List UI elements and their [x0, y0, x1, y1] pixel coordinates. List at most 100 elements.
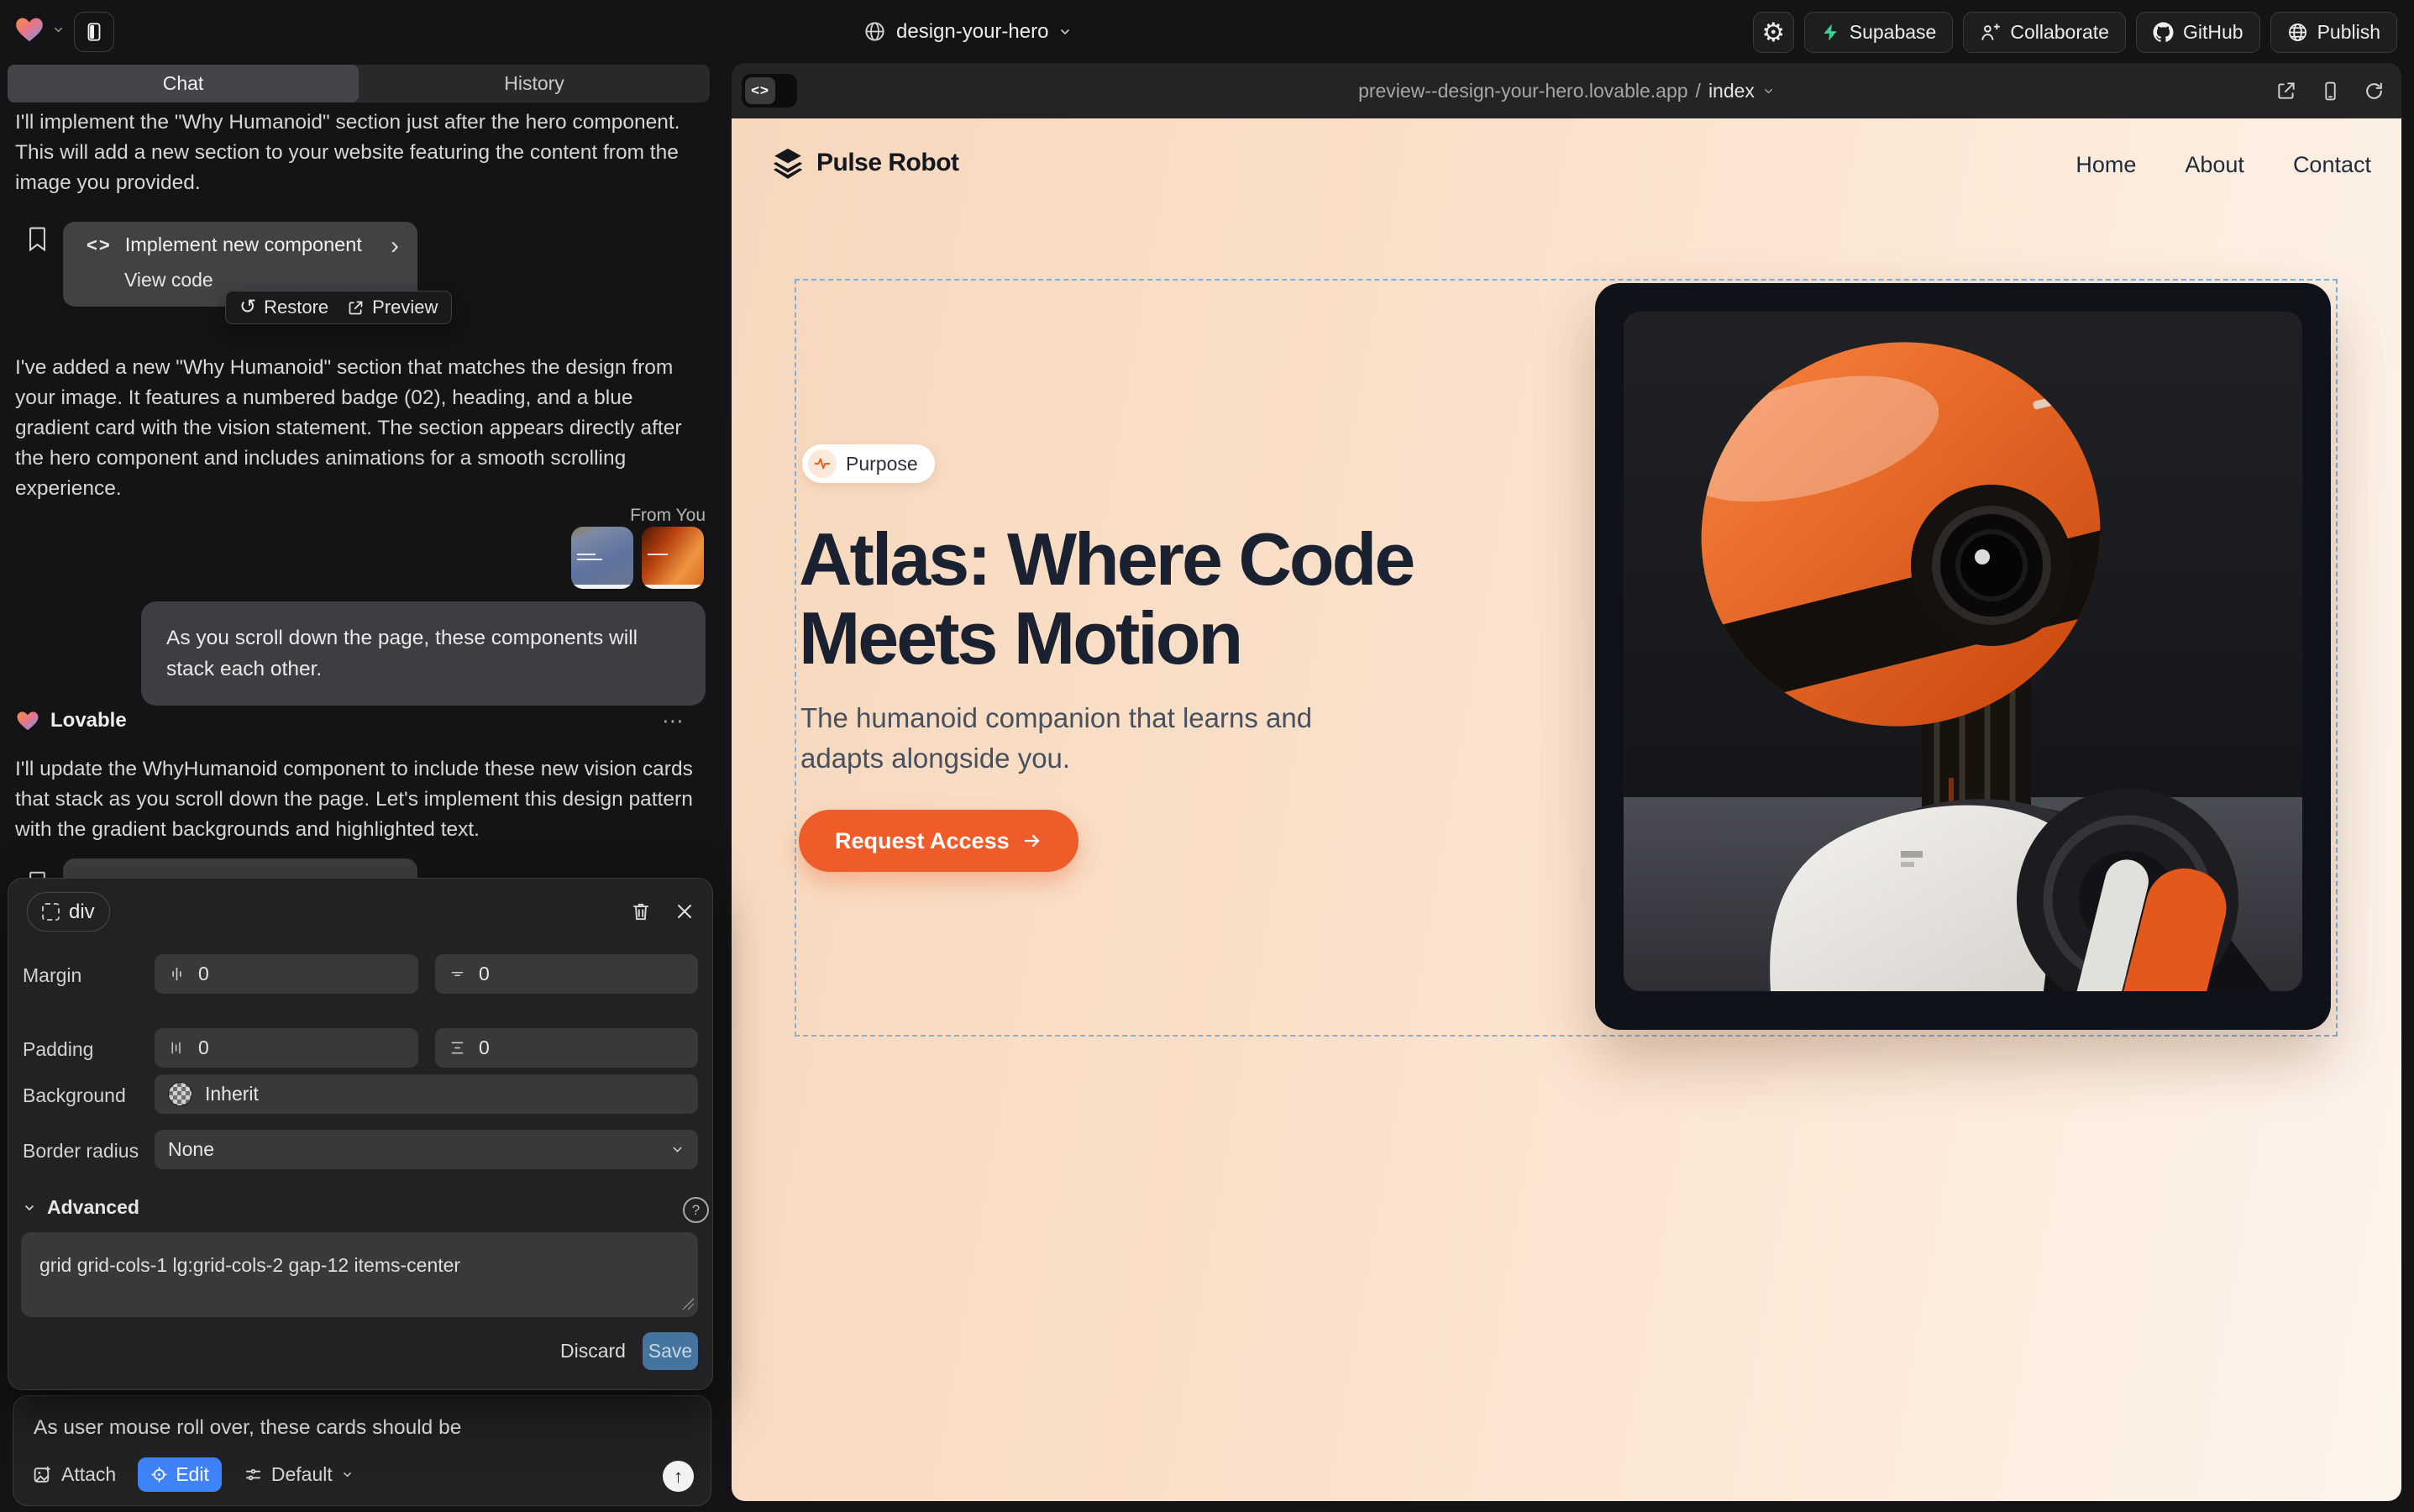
attachment-thumbnail-1[interactable] [571, 527, 633, 589]
preview-panel: <> preview--design-your-hero.lovable.app… [732, 63, 2401, 1501]
preview-url-bar[interactable]: preview--design-your-hero.lovable.app / … [732, 63, 2401, 118]
chevron-down-icon [52, 24, 65, 36]
assistant-message-1: I'll implement the "Why Humanoid" sectio… [15, 108, 699, 198]
edit-label: Edit [176, 1463, 209, 1486]
project-switcher[interactable]: design-your-hero [863, 0, 1072, 63]
message-menu-button[interactable]: ⋯ [662, 708, 685, 734]
restore-button[interactable]: ↺ Restore [239, 297, 328, 318]
agent-name: Lovable [50, 709, 127, 732]
layers-logo-icon [770, 145, 806, 181]
hero-subheading: The humanoid companion that learns and a… [800, 698, 1372, 779]
discard-button[interactable]: Discard [557, 1332, 629, 1370]
edit-mode-button[interactable]: Edit [138, 1457, 222, 1492]
margin-y-input[interactable]: 0 [435, 954, 698, 994]
url-chevron-icon [1762, 85, 1775, 97]
edit-target-icon [150, 1466, 168, 1483]
settings-button[interactable]: ⚙ [1753, 12, 1794, 53]
chevron-down-icon [1058, 25, 1072, 39]
sliders-icon [244, 1465, 263, 1484]
margin-vertical-icon [449, 965, 466, 983]
lovable-menu-button[interactable] [13, 13, 65, 45]
advanced-classes-input[interactable]: grid grid-cols-1 lg:grid-cols-2 gap-12 i… [21, 1232, 698, 1317]
hero-robot-card [1595, 283, 2331, 1030]
advanced-section-toggle[interactable]: Advanced [23, 1196, 139, 1219]
advanced-label: Advanced [47, 1196, 139, 1219]
open-external-button[interactable] [2275, 80, 2297, 102]
padding-horizontal-icon [168, 1039, 186, 1057]
request-access-button[interactable]: Request Access [799, 810, 1078, 872]
help-icon[interactable]: ? [683, 1197, 709, 1223]
margin-y-value: 0 [479, 963, 490, 985]
background-input[interactable]: Inherit [155, 1074, 698, 1114]
code-icon: <> [87, 234, 112, 256]
selected-element-chip[interactable]: div [27, 892, 110, 932]
purpose-badge-label: Purpose [846, 453, 918, 475]
site-brand-name: Pulse Robot [816, 149, 959, 177]
preview-url-domain: preview--design-your-hero.lovable.app [1358, 80, 1687, 102]
close-panel-button[interactable] [669, 895, 701, 927]
preview-url-page: index [1708, 80, 1755, 102]
hero-heading-line-2: Meets Motion [799, 599, 1413, 678]
supabase-label: Supabase [1850, 21, 1937, 44]
refresh-button[interactable] [2364, 81, 2385, 102]
collaborate-button[interactable]: Collaborate [1963, 12, 2126, 53]
nav-link-contact[interactable]: Contact [2293, 152, 2371, 178]
github-icon [2153, 22, 2174, 43]
github-button[interactable]: GitHub [2136, 12, 2260, 53]
view-code-link[interactable]: View code [124, 269, 213, 291]
attach-button[interactable]: Attach [32, 1463, 116, 1486]
padding-x-input[interactable]: 0 [155, 1028, 418, 1068]
margin-label: Margin [23, 964, 81, 987]
save-button[interactable]: Save [643, 1332, 698, 1370]
project-name: design-your-hero [896, 20, 1048, 44]
margin-x-input[interactable]: 0 [155, 954, 418, 994]
delete-element-button[interactable] [625, 895, 657, 927]
mobile-view-button[interactable] [2320, 81, 2341, 102]
bookmark-icon[interactable] [26, 225, 49, 253]
mode-select[interactable]: Default [244, 1463, 354, 1486]
external-link-icon [347, 299, 365, 317]
gear-icon: ⚙ [1761, 19, 1785, 45]
preview-button[interactable]: Preview [347, 297, 438, 318]
component-card-title: Implement new component [125, 234, 362, 256]
element-outline-icon [42, 903, 60, 921]
transparency-swatch-icon [168, 1082, 192, 1106]
github-label: GitHub [2183, 21, 2243, 44]
element-editor-panel: div Margin 0 0 Padding 0 [8, 878, 713, 1390]
chat-input[interactable]: As user mouse roll over, these cards sho… [34, 1416, 689, 1440]
hero-heading: Atlas: Where Code Meets Motion [799, 520, 1413, 678]
app-window: design-your-hero ⚙ Supabase [0, 0, 2414, 1512]
background-label: Background [23, 1084, 126, 1107]
padding-y-input[interactable]: 0 [435, 1028, 698, 1068]
purpose-badge: Purpose [802, 444, 935, 483]
padding-y-value: 0 [479, 1037, 490, 1059]
preview-header: <> preview--design-your-hero.lovable.app… [732, 63, 2401, 118]
sidebar-toggle-button[interactable] [74, 12, 114, 52]
tab-chat[interactable]: Chat [8, 65, 359, 102]
restore-label: Restore [264, 297, 328, 318]
attachment-thumbnail-2[interactable] [642, 527, 704, 589]
site-navbar: Pulse Robot Home About Contact [770, 145, 2371, 196]
assistant-message-3: I'll update the WhyHumanoid component to… [15, 754, 699, 845]
user-message: As you scroll down the page, these compo… [141, 601, 706, 706]
arrow-right-icon [1022, 831, 1042, 851]
border-radius-select[interactable]: None [155, 1130, 698, 1169]
supabase-button[interactable]: Supabase [1804, 12, 1954, 53]
cta-label: Request Access [835, 828, 1010, 854]
publish-globe-icon [2287, 22, 2308, 43]
tab-chat-label: Chat [163, 72, 204, 95]
dropdown-chevron-icon [341, 1468, 354, 1481]
attach-label: Attach [61, 1463, 116, 1486]
site-brand[interactable]: Pulse Robot [770, 145, 959, 181]
tab-history-label: History [504, 72, 564, 95]
nav-link-about[interactable]: About [2185, 152, 2244, 178]
nav-link-home[interactable]: Home [2076, 152, 2136, 178]
publish-button[interactable]: Publish [2270, 12, 2397, 53]
hero-heading-line-1: Atlas: Where Code [799, 520, 1413, 599]
tab-history[interactable]: History [359, 65, 710, 102]
send-button[interactable]: ↑ [663, 1461, 694, 1492]
assistant-message-2: I've added a new "Why Humanoid" section … [15, 353, 699, 504]
resize-handle[interactable] [682, 1298, 694, 1310]
publish-label: Publish [2317, 21, 2380, 44]
topbar-actions: ⚙ Supabase Collaborate [1753, 12, 2397, 53]
